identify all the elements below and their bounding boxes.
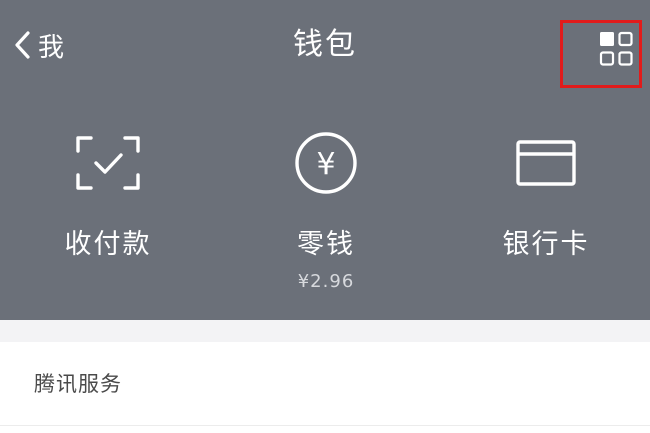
scan-pay-icon (8, 130, 208, 196)
divider (0, 425, 650, 426)
back-label: 我 (38, 32, 66, 63)
balance-amount: ¥2.96 (297, 271, 355, 292)
wallet-header: 我 钱包 收付款 ¥ 零钱 ¥2.96 银行卡 (0, 0, 650, 320)
feature-label: 收付款 (64, 229, 152, 260)
more-menu-button[interactable] (560, 20, 642, 88)
feature-label: 银行卡 (502, 229, 590, 260)
svg-text:¥: ¥ (316, 147, 335, 182)
section-divider (0, 320, 650, 342)
feature-change[interactable]: ¥ 零钱 ¥2.96 (226, 130, 426, 292)
bank-card-icon (446, 130, 646, 196)
feature-bank-card[interactable]: 银行卡 (446, 130, 646, 261)
feature-label: 零钱 (297, 229, 355, 260)
feature-receive-pay[interactable]: 收付款 (8, 130, 208, 261)
yuan-circle-icon: ¥ (226, 130, 426, 196)
section-title-tencent-services: 腾讯服务 (34, 372, 122, 396)
chevron-left-icon (12, 30, 34, 60)
page-title: 钱包 (293, 27, 357, 62)
back-button[interactable]: 我 (12, 22, 65, 68)
